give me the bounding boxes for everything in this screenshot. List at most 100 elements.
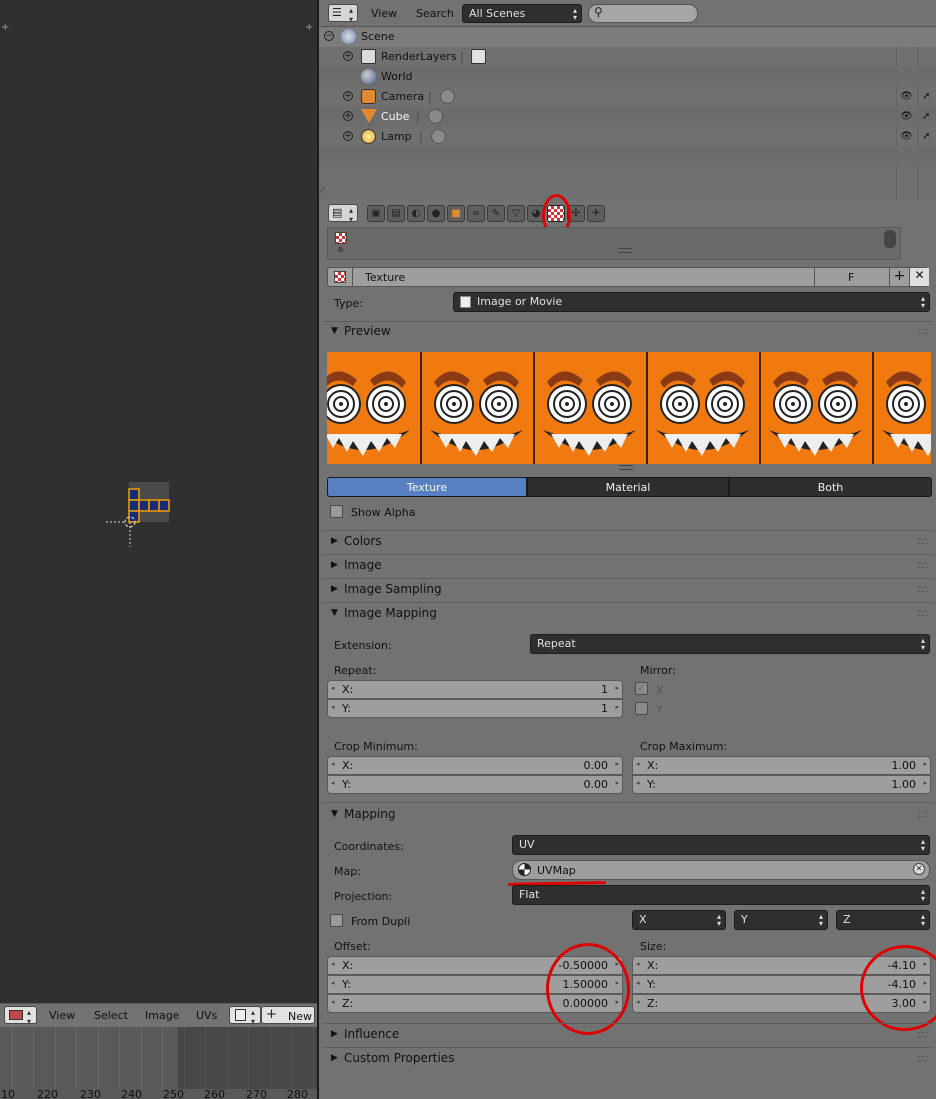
resize-grip-icon[interactable]: ⟋ [319,186,325,196]
panel-drag-grip[interactable] [918,329,928,334]
browse-texture-icon[interactable] [334,271,346,283]
render-layers-context-icon[interactable]: ▤ [387,205,405,222]
crop-max-y-field[interactable]: ◂ Y: 1.00 ▸ [632,775,931,794]
modifiers-context-icon[interactable]: ✎ [487,205,505,222]
crop-min-y-field[interactable]: ◂ Y: 0.00 ▸ [327,775,623,794]
display-mode-dropdown[interactable]: All Scenes ▴ ▾ [462,4,582,23]
uv-face[interactable] [128,488,140,501]
panel-header-custom-properties[interactable]: ▶ Custom Properties [327,1048,932,1070]
physics-context-icon[interactable]: ✈ [587,205,605,222]
constraints-context-icon[interactable]: ∞ [467,205,485,222]
uv-face[interactable] [128,510,140,523]
new-image-button[interactable]: + New [261,1006,315,1024]
tab-both[interactable]: Both [729,477,932,497]
crop-min-x-field[interactable]: ◂ X: 0.00 ▸ [327,756,623,775]
add-slot-icon[interactable]: ⊕ [337,245,344,254]
panel-drag-grip[interactable] [918,563,928,568]
menu-image[interactable]: Image [145,1009,179,1022]
panel-drag-grip[interactable] [918,1056,928,1061]
axis-z-dropdown[interactable]: Z ▴ ▾ [836,910,930,930]
panel-header-image-mapping[interactable]: ▼ Image Mapping [327,603,932,625]
texture-name-field[interactable]: Texture [365,271,405,284]
uv-map-field[interactable]: UVMap ✕ [512,860,930,880]
menu-search[interactable]: Search [416,7,454,20]
panel-header-preview[interactable]: ▼ Preview [327,321,932,343]
preview-resize-grip[interactable] [619,465,633,470]
editor-type-button[interactable]: ▤ ▴ ▾ [328,204,358,224]
expand-icon[interactable]: + [343,111,353,121]
panel-drag-grip[interactable] [918,812,928,817]
from-dupli-checkbox[interactable] [330,914,343,927]
world-context-icon[interactable]: ● [427,205,445,222]
selectability-cursor-icon[interactable]: ➚ [922,91,930,102]
crop-max-x-field[interactable]: ◂ X: 1.00 ▸ [632,756,931,775]
area-split-corner-icon[interactable]: + [1,22,9,33]
expand-icon[interactable]: + [343,131,353,141]
texture-slot-list[interactable]: ⊕ [327,227,901,260]
tree-row-camera[interactable]: + Camera | 👁 ➚ [319,87,936,107]
menu-select[interactable]: Select [94,1009,128,1022]
extension-dropdown[interactable]: Repeat ▴ ▾ [530,634,930,654]
area-split-corner-icon[interactable]: + [305,22,313,33]
axis-x-dropdown[interactable]: X ▴ ▾ [632,910,726,930]
expand-icon[interactable]: + [343,51,353,61]
tree-row-renderlayers[interactable]: + RenderLayers | [319,47,936,67]
list-scrollbar[interactable] [884,230,896,248]
panel-header-influence[interactable]: ▶ Influence [327,1024,932,1046]
uv-islands[interactable] [100,475,180,555]
tab-texture[interactable]: Texture [327,477,527,497]
mirror-x-checkbox[interactable]: ✓ [635,682,648,695]
mesh-data-context-icon[interactable]: ▽ [507,205,525,222]
uv-face[interactable] [128,499,140,512]
tree-row-cube[interactable]: + Cube | 👁 ➚ [319,107,936,127]
uv-face[interactable] [158,499,170,512]
fake-user-toggle[interactable]: F [848,271,854,284]
texture-slot-icon[interactable] [335,232,347,244]
list-resize-grip[interactable] [618,248,632,253]
axis-y-dropdown[interactable]: Y ▴ ▾ [734,910,828,930]
menu-uvs[interactable]: UVs [196,1009,217,1022]
menu-view[interactable]: View [49,1009,75,1022]
selectability-cursor-icon[interactable]: ➚ [922,111,930,122]
panel-header-image[interactable]: ▶ Image [327,555,932,577]
show-alpha-checkbox[interactable] [330,505,343,518]
repeat-y-field[interactable]: ◂ Y: 1 ▸ [327,699,623,718]
new-texture-plus-icon[interactable]: + [889,268,909,286]
menu-view[interactable]: View [371,7,397,20]
editor-type-button[interactable]: ☰ ▴ ▾ [328,4,358,24]
timeline-area[interactable]: 210 220 230 240 250 260 270 280 [0,1027,317,1099]
visibility-eye-icon[interactable]: 👁 [900,131,913,142]
uv-face[interactable] [148,499,160,512]
coordinates-dropdown[interactable]: UV ▴ ▾ [512,835,930,855]
uv-face[interactable] [138,499,150,512]
tree-row-lamp[interactable]: + Lamp | 👁 ➚ [319,127,936,147]
scene-context-icon[interactable]: ◐ [407,205,425,222]
clear-x-icon[interactable]: ✕ [913,863,925,875]
panel-drag-grip[interactable] [918,611,928,616]
texture-type-dropdown[interactable]: Image or Movie ▴ ▾ [453,292,930,312]
tab-material[interactable]: Material [527,477,729,497]
repeat-x-field[interactable]: ◂ X: 1 ▸ [327,680,623,699]
selectability-cursor-icon[interactable]: ➚ [922,131,930,142]
panel-drag-grip[interactable] [918,1032,928,1037]
browse-image-button[interactable]: ▴ ▾ [229,1006,261,1026]
panel-header-image-sampling[interactable]: ▶ Image Sampling [327,579,932,601]
collapse-icon[interactable]: − [324,31,334,41]
object-context-icon[interactable]: ■ [447,205,465,222]
visibility-eye-icon[interactable]: 👁 [900,91,913,102]
tree-row-world[interactable]: World [319,67,936,87]
visibility-eye-icon[interactable]: 👁 [900,111,913,122]
mirror-y-checkbox[interactable] [635,702,648,715]
panel-header-mapping[interactable]: ▼ Mapping [327,804,932,826]
expand-icon[interactable]: + [343,91,353,101]
panel-drag-grip[interactable] [918,587,928,592]
unlink-x-icon[interactable]: ✕ [909,268,929,286]
search-input[interactable]: ⚲ [588,4,698,23]
tree-row-scene[interactable]: − Scene [319,27,936,47]
render-context-icon[interactable]: ▣ [367,205,385,222]
panel-header-colors[interactable]: ▶ Colors [327,531,932,553]
uv-image-editor-canvas[interactable]: + + [0,0,317,1003]
editor-type-button[interactable]: ▴ ▾ [4,1006,37,1026]
panel-drag-grip[interactable] [918,539,928,544]
projection-dropdown[interactable]: Flat ▴ ▾ [512,885,930,905]
